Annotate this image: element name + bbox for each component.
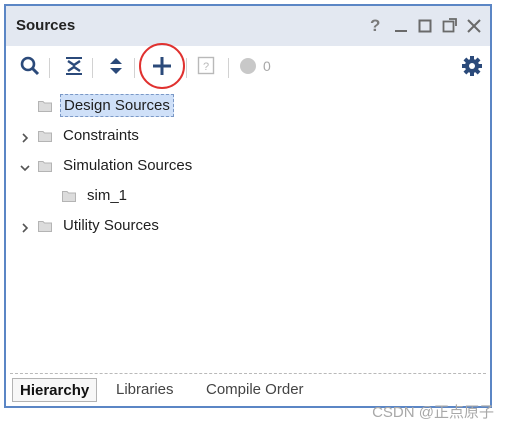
float-button[interactable] [442,16,458,36]
search-icon [20,56,40,76]
bottom-tabs: Hierarchy Libraries Compile Order [10,373,486,402]
collapse-all-button[interactable] [62,54,86,78]
tree-item-label: Simulation Sources [63,156,193,174]
chevron-down-icon[interactable] [20,160,30,172]
tree-item-constraints[interactable]: Constraints [20,122,142,148]
folder-icon [38,159,52,172]
minimize-button[interactable] [394,16,408,36]
maximize-button[interactable] [418,16,432,36]
tab-hierarchy[interactable]: Hierarchy [12,378,98,402]
tree-item-label: Design Sources [60,93,174,117]
tab-libraries[interactable]: Libraries [116,378,174,400]
title-bar: Sources ? [6,6,490,46]
maximize-icon [418,19,432,33]
tree-item-design-sources[interactable]: Design Sources [20,92,174,118]
help-window-button[interactable]: ? [370,16,386,36]
help-button[interactable]: ? [194,54,218,78]
watermark: CSDN @正点原子 [372,404,494,421]
toolbar-separator [134,58,135,78]
toolbar-separator [186,58,187,78]
chevron-right-icon[interactable] [20,220,30,233]
status-count-label: 0 [263,58,271,74]
toolbar: ? 0 [6,46,490,88]
toolbar-separator [49,58,50,78]
toolbar-separator [92,58,93,78]
minimize-icon [395,30,407,32]
folder-icon [62,189,76,202]
svg-text:?: ? [203,61,209,73]
close-icon [467,19,481,33]
folder-icon [38,129,52,142]
collapse-all-icon [66,57,82,75]
folder-icon [38,99,52,112]
settings-button[interactable] [460,54,484,78]
gear-icon [462,56,482,76]
status-dot-icon [240,58,256,74]
tree-item-label: Constraints [63,126,139,144]
close-button[interactable] [466,16,482,36]
search-button[interactable] [18,54,42,78]
tree-item-label: Utility Sources [63,216,159,234]
panel-title: Sources [16,17,76,34]
expand-all-icon [110,58,122,74]
tab-compile-order[interactable]: Compile Order [206,378,304,400]
tree-item-sim-1[interactable]: sim_1 [62,182,130,208]
chevron-right-icon[interactable] [20,130,30,143]
folder-icon [38,219,52,232]
tree-item-utility-sources[interactable]: Utility Sources [20,212,162,238]
tree-item-label: sim_1 [87,186,128,204]
float-window-icon [442,18,457,33]
toolbar-separator [228,58,229,78]
expand-all-button[interactable] [104,54,128,78]
help-icon: ? [197,56,215,75]
tree-item-simulation-sources[interactable]: Simulation Sources [20,152,195,178]
highlight-circle [139,43,185,89]
sources-panel: Sources ? ? 0 Design Sources Constraints… [4,4,492,408]
status-count[interactable]: 0 [238,54,282,78]
